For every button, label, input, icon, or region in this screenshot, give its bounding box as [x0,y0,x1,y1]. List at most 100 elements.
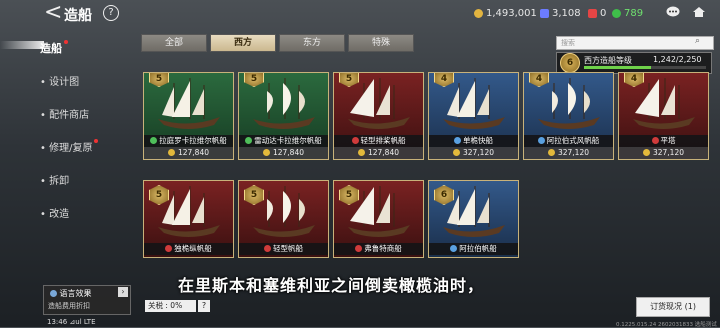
active-nav-indicator [0,41,44,49]
ship-card[interactable]: 5 独桅纵帆船 [143,180,234,258]
gem-counter: 3,108 [540,8,581,19]
ship-type-icon [351,137,359,144]
gold-coin-icon [642,149,650,156]
ship-type-icon [165,245,173,252]
ship-card[interactable]: 4 阿拉伯式风帆船 327,120 [523,72,614,160]
ticket-counter: 0 [588,8,606,19]
ship-price-value: 327,120 [652,148,684,157]
ship-type-icon [651,137,659,144]
ship-card[interactable]: 5 弗鲁特商船 [333,180,424,258]
ship-price-value: 127,840 [272,148,304,157]
ship-name-text: 平塔 [660,136,676,145]
gold-coin-icon [474,9,483,18]
ship-name: 弗鲁特商船 [334,243,423,255]
ship-card[interactable]: 4 单桅快船 327,120 [428,72,519,160]
ship-name: 阿拉伯式风帆船 [524,135,613,147]
energy-counter: 789 [612,8,643,19]
gold-coin-icon [262,149,270,156]
ship-name-text: 独桅纵帆船 [174,244,212,253]
page-title: 造船 [64,8,92,24]
ship-name-text: 弗鲁特商船 [364,244,402,253]
ship-price: 127,840 [144,147,233,159]
home-icon[interactable] [692,6,706,22]
level-badge: 6 [560,53,580,73]
gold-counter: 1,493,001 [474,8,537,19]
ship-type-icon [537,137,545,144]
language-effect-title: 语言效果 [50,288,92,299]
language-effect-desc: 造船费用折扣 [48,302,90,310]
ship-price-value: 127,840 [367,148,399,157]
ship-price-value: 327,120 [462,148,494,157]
nav-item-repair-restore[interactable]: • 修理/复原 [40,139,99,154]
back-arrow-icon[interactable]: < [44,2,62,24]
gold-value: 1,493,001 [486,8,537,19]
notification-dot [64,40,68,44]
ship-price: 127,840 [334,147,423,159]
ship-price: 327,120 [619,147,708,159]
ship-name: 轻型帆船 [239,243,328,255]
globe-icon [50,290,57,297]
tab-western[interactable]: 西方 [210,34,276,52]
ship-name-text: 雷动达卡拉维尔帆船 [254,136,322,145]
nav-item-shipbuilding[interactable]: 造船 [40,40,68,56]
nav-item-parts-shop[interactable]: • 配件商店 [40,106,89,121]
system-status-bar: 13:46 ⊿ul LTE [47,318,96,326]
chevron-right-icon[interactable]: › [118,287,128,297]
energy-value: 789 [624,8,644,19]
nav-item-blueprints[interactable]: • 设计图 [40,73,79,88]
ship-card[interactable]: 5 雷动达卡拉维尔帆船 127,840 [238,72,329,160]
tab-special[interactable]: 特殊 [348,34,414,52]
gem-icon [540,9,549,18]
ship-price-value: 327,120 [557,148,589,157]
ship-price: 127,840 [239,147,328,159]
gold-coin-icon [452,149,460,156]
ship-card[interactable]: 5 轻型排桨帆船 127,840 [333,72,424,160]
chat-icon[interactable] [666,6,680,22]
ship-type-icon [450,245,458,252]
nav-item-dismantle[interactable]: • 拆卸 [40,172,69,187]
ship-name-text: 单桅快船 [463,136,493,145]
ship-name: 独桅纵帆船 [144,243,233,255]
level-label: 西方造船等级 [584,56,632,65]
ship-name-text: 拉庭罗卡拉维尔帆船 [159,136,227,145]
ship-card[interactable]: 5 轻型帆船 [238,180,329,258]
ship-type-icon [355,245,363,252]
ship-card[interactable]: 6 阿拉伯帆船 [428,180,519,258]
energy-icon [612,9,621,18]
search-input[interactable]: 搜索 [556,36,714,50]
ship-name: 平塔 [619,135,708,147]
gold-coin-icon [167,149,175,156]
ship-name-text: 轻型排桨帆船 [360,136,406,145]
ship-card[interactable]: 5 拉庭罗卡拉维尔帆船 127,840 [143,72,234,160]
ship-name: 雷动达卡拉维尔帆船 [239,135,328,147]
tab-eastern[interactable]: 东方 [279,34,345,52]
ship-name-text: 阿拉伯式风帆船 [546,136,600,145]
ship-type-icon [264,245,271,252]
ship-type-icon [454,137,461,144]
gem-value: 3,108 [552,8,581,19]
search-icon[interactable]: ⌕ [695,36,700,46]
nav-item-modify[interactable]: • 改造 [40,205,69,220]
ship-name: 轻型排桨帆船 [334,135,423,147]
ticket-icon [588,9,597,18]
ship-type-icon [245,137,253,144]
ship-type-icon [150,137,158,144]
help-icon[interactable]: ? [103,5,119,21]
ship-price: 327,120 [524,147,613,159]
ticket-value: 0 [600,8,607,19]
video-subtitle: 在里斯本和塞维利亚之间倒卖橄榄油时， [178,276,485,295]
ship-price-value: 127,840 [177,148,209,157]
tab-all[interactable]: 全部 [141,34,207,52]
level-progress-fill [584,66,652,69]
order-status-button[interactable]: 订货现况 (1) [636,297,710,317]
notification-dot [94,139,99,143]
gold-coin-icon [547,149,555,156]
ship-card[interactable]: 4 平塔 327,120 [618,72,709,160]
tax-rate-field: 关税 : 0% [145,300,196,312]
ship-name-text: 阿拉伯帆船 [459,244,497,253]
gold-coin-icon [357,149,365,156]
level-progress-value: 1,242/2,250 [653,55,702,64]
ship-name-text: 轻型帆船 [273,244,303,253]
ship-name: 阿拉伯帆船 [429,243,518,255]
tax-help-button[interactable]: ? [198,300,210,312]
